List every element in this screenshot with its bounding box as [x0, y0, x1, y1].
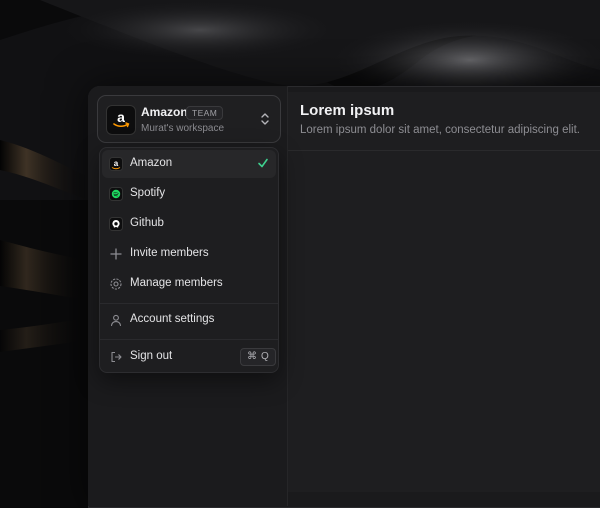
spotify-icon: [109, 187, 123, 201]
svg-text:a: a: [114, 159, 119, 168]
workspace-name: Amazon: [141, 105, 188, 119]
chevron-up-down-icon: [261, 113, 269, 125]
menu-item-label: Manage members: [130, 277, 223, 289]
amazon-icon: a: [109, 157, 123, 171]
amazon-logo-icon: a: [106, 105, 136, 135]
menu-item-label: Spotify: [130, 187, 166, 199]
plus-icon: [109, 247, 123, 261]
shortcut-key: Q: [261, 351, 269, 362]
settings-icon: [109, 277, 123, 291]
page-title: Lorem ipsum: [300, 102, 395, 119]
page-subtitle: Lorem ipsum dolor sit amet, consectetur …: [300, 124, 580, 136]
menu-item-label: Amazon: [130, 157, 173, 169]
command-key-icon: ⌘: [247, 351, 257, 362]
menu-divider: [100, 303, 278, 304]
plan-badge: TEAM: [186, 106, 224, 120]
menu-item-label: Github: [130, 217, 164, 229]
main-header: [288, 92, 600, 151]
menu-item-label: Sign out: [130, 350, 173, 362]
check-icon: [258, 158, 268, 168]
menu-item-spotify[interactable]: Spotify: [102, 180, 276, 208]
menu-divider: [100, 339, 278, 340]
menu-item-invite-members[interactable]: Invite members: [102, 240, 276, 268]
workspace-switcher-button[interactable]: a Amazon TEAM Murat's workspace: [97, 95, 281, 143]
menu-item-sign-out[interactable]: Sign out ⌘ Q: [102, 343, 276, 371]
menu-item-account-settings[interactable]: Account settings: [102, 306, 276, 334]
svg-text:a: a: [117, 109, 125, 125]
menu-item-label: Invite members: [130, 247, 209, 259]
user-icon: [109, 313, 123, 327]
menu-item-github[interactable]: Github: [102, 210, 276, 238]
workspace-dropdown-menu: a Amazon Spotify Github Invite members M…: [99, 147, 279, 373]
menu-item-manage-members[interactable]: Manage members: [102, 270, 276, 298]
menu-item-label: Account settings: [130, 313, 215, 325]
menu-item-amazon[interactable]: a Amazon: [102, 150, 276, 178]
workspace-subtitle: Murat's workspace: [141, 123, 225, 134]
github-icon: [109, 217, 123, 231]
keyboard-shortcut-badge: ⌘ Q: [240, 348, 276, 366]
main-content: [288, 92, 600, 492]
sign-out-icon: [109, 350, 123, 364]
